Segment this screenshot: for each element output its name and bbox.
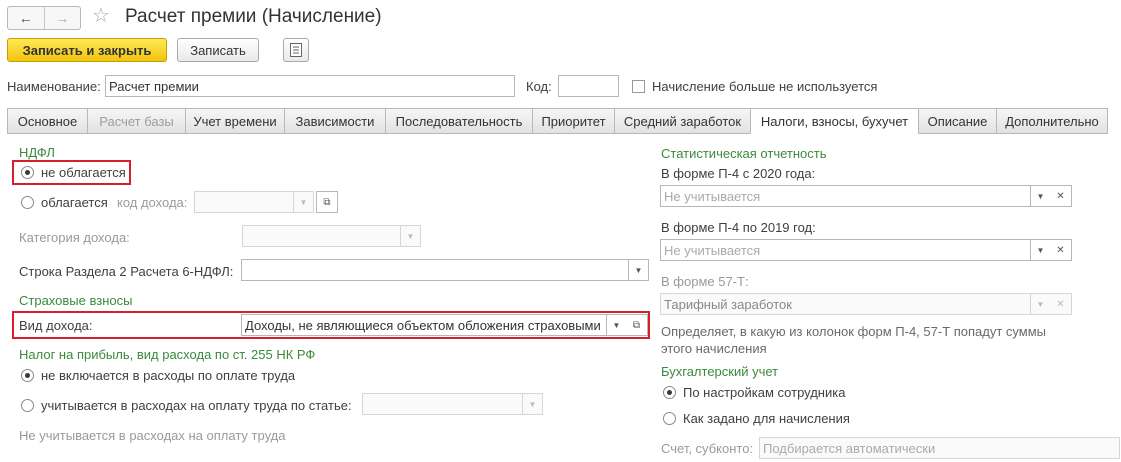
tab-average-earnings[interactable]: Средний заработок: [614, 108, 750, 134]
account-input[interactable]: Подбирается автоматически: [759, 437, 1120, 459]
account-placeholder: Подбирается автоматически: [763, 440, 936, 456]
tab-main[interactable]: Основное: [7, 108, 87, 134]
back-arrow-icon[interactable]: ←: [8, 7, 44, 29]
tab-taxes-accounting[interactable]: Налоги, взносы, бухучет: [750, 108, 918, 134]
tab-sequence[interactable]: Последовательность: [385, 108, 532, 134]
not-included-radio[interactable]: [21, 369, 34, 382]
p4-2020-dropdown-icon[interactable]: ▼: [1031, 185, 1051, 207]
insurance-section-title: Страховые взносы: [19, 293, 133, 308]
by-article-label: учитывается в расходах на оплату труда п…: [41, 398, 352, 413]
row6-label: Строка Раздела 2 Расчета 6-НДФЛ:: [19, 264, 234, 279]
p4-2020-label: В форме П-4 с 2020 года:: [661, 166, 816, 181]
income-category-dropdown-icon[interactable]: ▼: [401, 225, 421, 247]
tab-description[interactable]: Описание: [918, 108, 996, 134]
row6-dropdown-icon[interactable]: ▼: [629, 259, 649, 281]
ndfl-not-taxed-label: не облагается: [41, 165, 126, 180]
forward-arrow-icon[interactable]: →: [43, 7, 81, 29]
profit-tax-section-title: Налог на прибыль, вид расхода по ст. 255…: [19, 347, 316, 362]
income-code-input[interactable]: [194, 191, 294, 213]
by-employee-radio[interactable]: [663, 386, 676, 399]
ndfl-taxed-radio[interactable]: [21, 196, 34, 209]
p4-2019-dropdown-icon[interactable]: ▼: [1031, 239, 1051, 261]
p4-2019-clear-icon[interactable]: ✕: [1050, 239, 1072, 261]
navigation-buttons: ← →: [7, 6, 81, 30]
income-type-dropdown-icon[interactable]: ▼: [607, 314, 627, 336]
p4-2019-label: В форме П-4 по 2019 год:: [661, 220, 816, 235]
stats-section-title: Статистическая отчетность: [661, 146, 827, 161]
save-and-close-button[interactable]: Записать и закрыть: [7, 38, 167, 62]
income-type-label: Вид дохода:: [19, 318, 93, 333]
ndfl-section-title: НДФЛ: [19, 145, 55, 160]
tab-base-calc[interactable]: Расчет базы: [87, 108, 185, 134]
window-title: Расчет премии (Начисление): [125, 6, 382, 27]
article-input[interactable]: [362, 393, 523, 415]
f57t-input[interactable]: Тарифный заработок: [660, 293, 1031, 315]
income-category-label: Категория дохода:: [19, 230, 130, 245]
tab-time-accounting[interactable]: Учет времени: [185, 108, 284, 134]
ndfl-taxed-label: облагается: [41, 195, 108, 210]
code-input[interactable]: [558, 75, 619, 97]
tab-dependencies[interactable]: Зависимости: [284, 108, 385, 134]
tab-bar: Основное Расчет базы Учет времени Зависи…: [7, 108, 1108, 134]
document-list-icon: [290, 43, 302, 57]
tab-additional[interactable]: Дополнительно: [996, 108, 1108, 134]
income-code-label: код дохода:: [117, 195, 188, 210]
name-input[interactable]: Расчет премии: [105, 75, 515, 97]
f57t-dropdown-icon[interactable]: ▼: [1031, 293, 1051, 315]
unused-label: Начисление больше не используется: [652, 79, 878, 94]
income-type-input[interactable]: Доходы, не являющиеся объектом обложения…: [241, 314, 607, 336]
income-category-input[interactable]: [242, 225, 401, 247]
favorite-star-icon[interactable]: ☆: [92, 4, 110, 28]
not-included-label: не включается в расходы по оплате труда: [41, 368, 296, 383]
income-code-open-icon[interactable]: ⧉: [316, 191, 338, 213]
as-set-label: Как задано для начисления: [683, 411, 850, 426]
code-label: Код:: [526, 79, 552, 94]
article-dropdown-icon[interactable]: ▼: [523, 393, 543, 415]
stats-note: Определяет, в какую из колонок форм П-4,…: [661, 324, 1047, 356]
save-button[interactable]: Записать: [177, 38, 259, 62]
by-article-radio[interactable]: [21, 399, 34, 412]
tab-priority[interactable]: Приоритет: [532, 108, 614, 134]
p4-2019-placeholder: Не учитывается: [664, 242, 761, 258]
name-label: Наименование:: [7, 79, 101, 94]
account-label: Счет, субконто:: [661, 441, 754, 456]
p4-2020-input[interactable]: Не учитывается: [660, 185, 1031, 207]
document-menu-button[interactable]: [283, 38, 309, 62]
as-set-radio[interactable]: [663, 412, 676, 425]
f57t-label: В форме 57-Т:: [661, 274, 749, 289]
p4-2019-input[interactable]: Не учитывается: [660, 239, 1031, 261]
accounting-section-title: Бухгалтерский учет: [661, 364, 779, 379]
by-employee-label: По настройкам сотрудника: [683, 385, 846, 400]
p4-2020-placeholder: Не учитывается: [664, 188, 761, 204]
profit-tax-note: Не учитывается в расходах на оплату труд…: [19, 428, 286, 443]
row6-input[interactable]: [241, 259, 629, 281]
f57t-clear-icon[interactable]: ✕: [1050, 293, 1072, 315]
income-code-dropdown-icon[interactable]: ▼: [294, 191, 314, 213]
p4-2020-clear-icon[interactable]: ✕: [1050, 185, 1072, 207]
ndfl-not-taxed-radio[interactable]: [21, 166, 34, 179]
income-type-open-icon[interactable]: ⧉: [626, 314, 648, 336]
unused-checkbox[interactable]: [632, 80, 645, 93]
